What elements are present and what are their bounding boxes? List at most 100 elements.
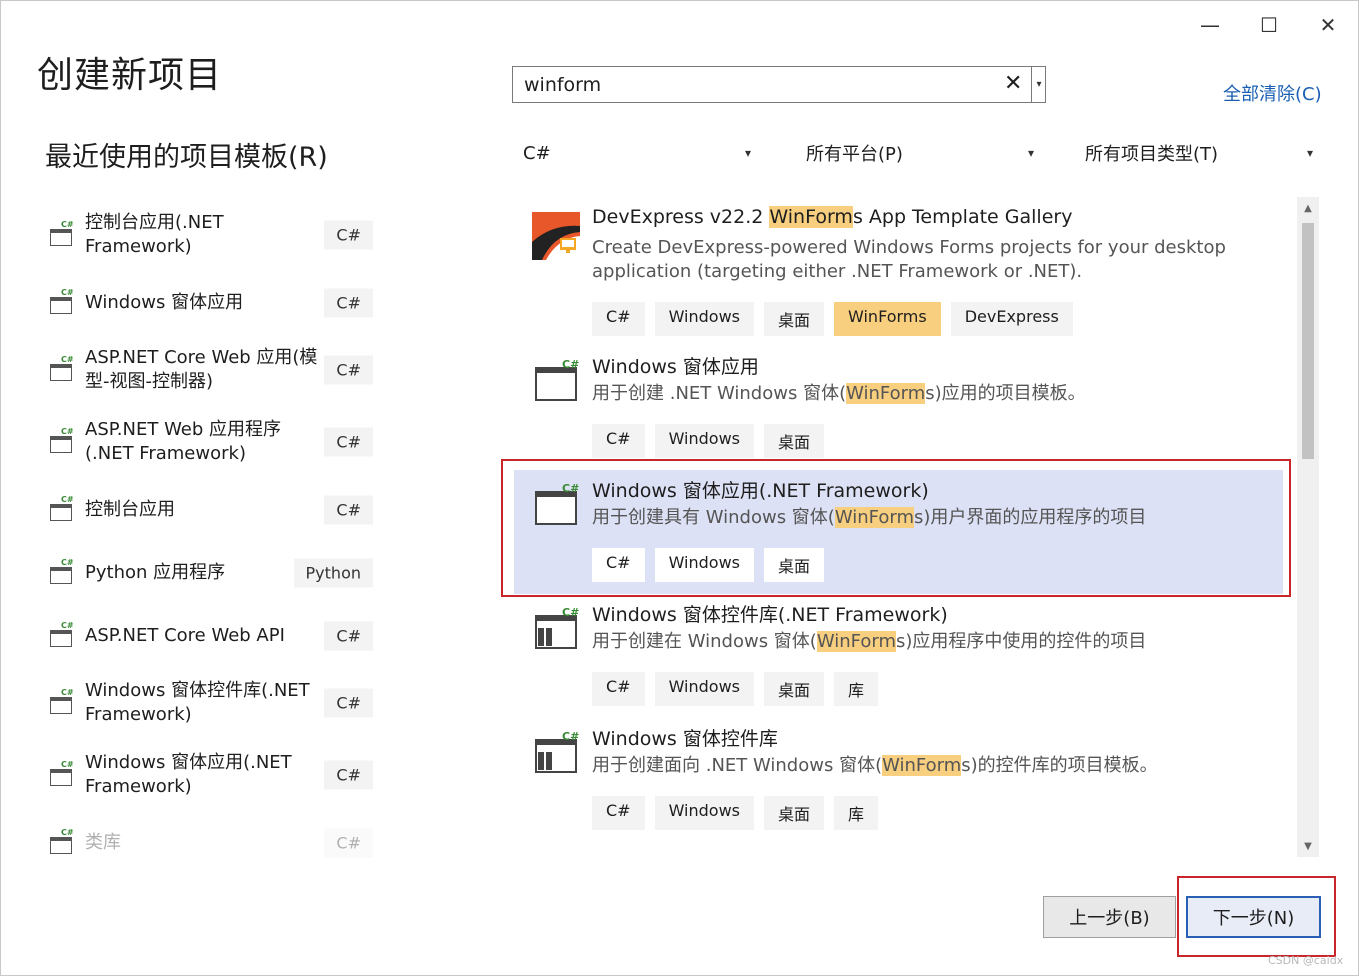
control-library-icon: C# <box>532 606 580 654</box>
description-text: 用于创建在 Windows 窗体( <box>592 631 817 652</box>
description-text: s)的控件库的项目模板。 <box>961 755 1158 776</box>
template-tags: C# Windows 桌面库 <box>592 672 879 706</box>
recent-template-label: Windows 窗体应用(.NET Framework) <box>85 752 292 797</box>
title-text: Windows 窗体控件库(.NET Framework) <box>592 604 948 626</box>
language-filter-label: C# <box>523 142 551 164</box>
devexpress-logo-icon <box>532 212 580 260</box>
control-library-icon: C# <box>48 688 74 714</box>
template-title: Windows 窗体控件库(.NET Framework) <box>592 600 948 627</box>
recent-template-item[interactable]: C# Windows 窗体应用(.NET Framework) C# <box>45 747 375 803</box>
chevron-down-icon: ▾ <box>1307 146 1314 160</box>
maximize-button[interactable]: ☐ <box>1246 8 1292 42</box>
title-text: s App Template Gallery <box>852 206 1073 228</box>
language-tag: C# <box>324 427 373 457</box>
winform-icon: C# <box>48 760 74 786</box>
scroll-up-icon[interactable]: ▲ <box>1297 197 1319 219</box>
recent-template-item[interactable]: C# Python 应用程序 Python <box>45 545 375 601</box>
template-result[interactable]: C# Windows 窗体应用用于创建 .NET Windows 窗体(WinFo… <box>514 346 1283 470</box>
close-button[interactable]: ✕ <box>1305 8 1351 42</box>
language-tag: Python <box>293 558 373 588</box>
title-text: DevExpress v22.2 <box>592 206 770 228</box>
recent-template-label: ASP.NET Web 应用程序(.NET Framework) <box>85 419 282 464</box>
language-tag: C# <box>324 688 373 718</box>
platform-filter[interactable]: 所有平台(P) ▾ <box>806 137 1046 169</box>
recent-template-item[interactable]: C# ASP.NET Core Web API C# <box>45 608 375 664</box>
language-tag: C# <box>324 220 373 250</box>
project-type-filter-label: 所有项目类型(T) <box>1085 144 1219 165</box>
template-title: Windows 窗体控件库 <box>592 724 778 751</box>
recent-template-label: ASP.NET Core Web 应用(模型-视图-控制器) <box>85 347 318 392</box>
recent-template-label: 类库 <box>85 832 121 853</box>
web-globe-icon: C# <box>48 355 74 381</box>
selected-template-annotation <box>501 459 1291 597</box>
tag-badge: 桌面 <box>764 424 825 458</box>
search-box[interactable]: winform ✕ ▾ <box>512 66 1046 103</box>
recent-template-label: 控制台应用(.NET Framework) <box>85 212 224 257</box>
winform-icon: C# <box>48 288 74 314</box>
search-match-highlight: WinForm <box>816 631 896 652</box>
template-result[interactable]: C# Windows 窗体控件库用于创建面向 .NET Windows 窗体(Wi… <box>514 718 1283 842</box>
back-button[interactable]: 上一步(B) <box>1043 896 1176 938</box>
recent-template-item[interactable]: C# Windows 窗体应用 C# <box>45 275 375 331</box>
template-description: 用于创建在 Windows 窗体(WinForms)应用程序中使用的控件的项目 <box>592 630 1232 654</box>
web-app-icon: C# <box>48 427 74 453</box>
template-tags: C# Windows 桌面 <box>592 424 825 458</box>
title-text: Windows 窗体控件库 <box>592 728 778 750</box>
tag-badge: WinForms <box>834 302 941 336</box>
template-title: Windows 窗体应用 <box>592 352 759 379</box>
search-match-highlight: WinForm <box>769 206 853 228</box>
description-text: s)应用的项目模板。 <box>925 383 1086 404</box>
template-result[interactable]: C# Windows 窗体控件库(.NET Framework) 用于创建在 Win… <box>514 594 1283 718</box>
page-title: 创建新项目 <box>37 55 223 96</box>
class-library-icon: C# <box>48 828 74 854</box>
recent-template-item[interactable]: C# 控制台应用 C# <box>45 482 375 538</box>
language-tag: C# <box>324 828 373 858</box>
next-button[interactable]: 下一步(N) <box>1186 896 1321 938</box>
language-tag: C# <box>324 288 373 318</box>
language-tag: C# <box>324 355 373 385</box>
search-history-dropdown-icon[interactable]: ▾ <box>1031 67 1046 102</box>
watermark: CSDN @caidx <box>1268 954 1344 967</box>
tag-badge: Windows <box>654 796 754 830</box>
recent-template-label: Windows 窗体应用 <box>85 292 244 313</box>
tag-badge: Windows <box>654 424 754 458</box>
description-text: Create DevExpress-powered Windows Forms … <box>592 237 1226 282</box>
template-description: 用于创建面向 .NET Windows 窗体(WinForms)的控件库的项目模… <box>592 754 1232 778</box>
tag-badge: C# <box>592 424 645 458</box>
template-description: Create DevExpress-powered Windows Forms … <box>592 236 1232 284</box>
recent-template-item[interactable]: C# Windows 窗体控件库(.NET Framework) C# <box>45 675 375 731</box>
language-tag: C# <box>324 760 373 790</box>
clear-search-icon[interactable]: ✕ <box>1004 71 1022 96</box>
tag-badge: 桌面 <box>764 796 825 830</box>
template-description: 用于创建 .NET Windows 窗体(WinForms)应用的项目模板。 <box>592 382 1232 406</box>
tag-badge: Windows <box>654 672 754 706</box>
recent-template-item[interactable]: C# ASP.NET Web 应用程序(.NET Framework) C# <box>45 414 375 470</box>
control-library-icon: C# <box>532 730 580 778</box>
python-icon: C# <box>48 558 74 584</box>
minimize-button[interactable]: — <box>1187 8 1233 42</box>
results-scrollbar[interactable]: ▲ ▼ <box>1297 197 1319 857</box>
template-tags: C# Windows 桌面 WinForms DevExpress <box>592 302 1073 336</box>
template-title: DevExpress v22.2 WinForms App Template G… <box>592 206 1072 228</box>
scroll-thumb[interactable] <box>1302 223 1314 459</box>
recent-template-label: 控制台应用 <box>85 499 175 520</box>
language-tag: C# <box>324 495 373 525</box>
recent-template-item[interactable]: C# 控制台应用(.NET Framework) C# <box>45 207 375 263</box>
tag-badge: 桌面 <box>764 672 825 706</box>
tag-badge: C# <box>592 796 645 830</box>
language-filter[interactable]: C# ▾ <box>523 137 763 169</box>
tag-badge: C# <box>592 672 645 706</box>
platform-filter-label: 所有平台(P) <box>806 144 903 165</box>
scroll-down-icon[interactable]: ▼ <box>1297 835 1319 857</box>
recent-template-label: ASP.NET Core Web API <box>85 625 285 646</box>
description-text: 用于创建 .NET Windows 窗体( <box>592 383 847 404</box>
tag-badge: C# <box>592 302 645 336</box>
search-input[interactable]: winform <box>524 74 601 96</box>
recent-template-item[interactable]: C# 类库 C# <box>45 815 375 871</box>
clear-all-link[interactable]: 全部清除(C) <box>1223 80 1322 106</box>
recent-template-item[interactable]: C# ASP.NET Core Web 应用(模型-视图-控制器) C# <box>45 342 375 398</box>
project-type-filter[interactable]: 所有项目类型(T) ▾ <box>1085 137 1325 169</box>
winform-icon: C# <box>532 358 580 406</box>
tag-badge: Windows <box>654 302 754 336</box>
template-result[interactable]: DevExpress v22.2 WinForms App Template G… <box>514 200 1283 336</box>
